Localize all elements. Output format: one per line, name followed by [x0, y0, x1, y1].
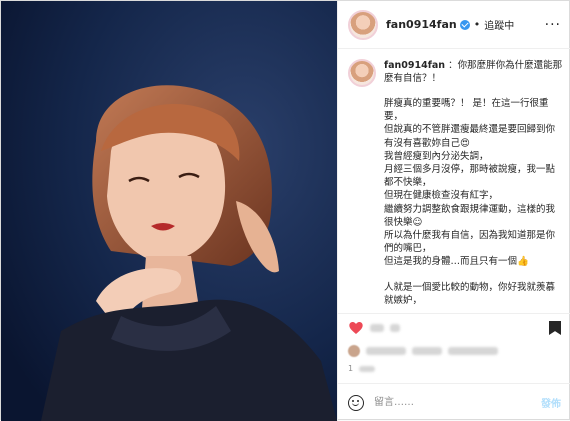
blurred-likes-text [412, 347, 442, 355]
bookmark-icon[interactable] [549, 321, 561, 335]
post-header: fan0914fan • 追蹤中 ··· [338, 1, 570, 49]
time-prefix: 1 [348, 364, 354, 373]
caption-line: 人就是一個愛比較的動物，你好我就羨慕就嫉妒， [384, 281, 556, 306]
blurred-likes-text [448, 347, 498, 355]
comment-bar: 發佈 [338, 383, 570, 421]
caption-header: fan0914fan ：你那麼胖你為什麼還能那麼有自信？！ [348, 59, 563, 87]
caption-line: 月經三個多月沒停，那時被說瘦，我一點都不快樂， [384, 164, 556, 189]
blurred-icon [390, 324, 400, 332]
smile-icon[interactable] [348, 394, 364, 411]
caption-body: 胖瘦真的重要嗎？！ 是！在這一行很重要， 但說真的不管胖還瘦最終還是要回歸到你有… [384, 97, 563, 307]
blurred-time [359, 365, 376, 372]
post-photo[interactable] [1, 1, 337, 421]
caption-line: 但說真的不管胖還瘦最終還是要回歸到你有沒有喜歡妳自己😍 [384, 124, 556, 149]
caption-avatar[interactable] [348, 59, 376, 87]
caption-intro: fan0914fan ：你那麼胖你為什麼還能那麼有自信？！ [384, 59, 563, 87]
portrait-image [1, 1, 337, 421]
comment-input[interactable] [372, 396, 533, 409]
verified-badge-icon [459, 19, 470, 30]
post-side-panel: fan0914fan • 追蹤中 ··· fan0914fan ：你那麼胖你為什… [337, 1, 570, 421]
instagram-post: fan0914fan • 追蹤中 ··· fan0914fan ：你那麼胖你為什… [0, 0, 570, 421]
heart-icon[interactable] [348, 320, 364, 336]
caption-line: 繼續努力調整飲食跟規律運動，這樣的我很快樂☺ [384, 203, 556, 228]
caption-line: 所以為什麼我有自信，因為我知道那是你們的嘴巴， [384, 230, 556, 255]
likes-row [348, 341, 561, 361]
username-link[interactable]: fan0914fan [386, 18, 457, 31]
post-comment-button[interactable]: 發佈 [541, 395, 561, 410]
liker-avatar[interactable] [348, 345, 360, 357]
action-bar [338, 313, 570, 342]
post-time: 1 [348, 364, 376, 373]
avatar[interactable] [348, 9, 378, 40]
blurred-likes-text [366, 347, 406, 355]
caption-area: fan0914fan ：你那麼胖你為什麼還能那麼有自信？！ 胖瘦真的重要嗎？！ … [348, 59, 563, 311]
caption-line: 但現在健康檢查沒有紅字， [384, 190, 499, 202]
following-button[interactable]: 追蹤中 [484, 17, 514, 32]
caption-username[interactable]: fan0914fan [384, 60, 445, 71]
blurred-icon [370, 324, 384, 332]
separator-dot: • [473, 18, 481, 31]
caption-line: 我曾經瘦到內分泌失調， [384, 150, 489, 162]
caption-line: 胖瘦真的重要嗎？！ 是！在這一行很重要， [384, 98, 549, 123]
caption-line: 但這是我的身體…而且只有一個👍 [384, 256, 529, 268]
more-horizontal-icon[interactable]: ··· [545, 17, 561, 33]
